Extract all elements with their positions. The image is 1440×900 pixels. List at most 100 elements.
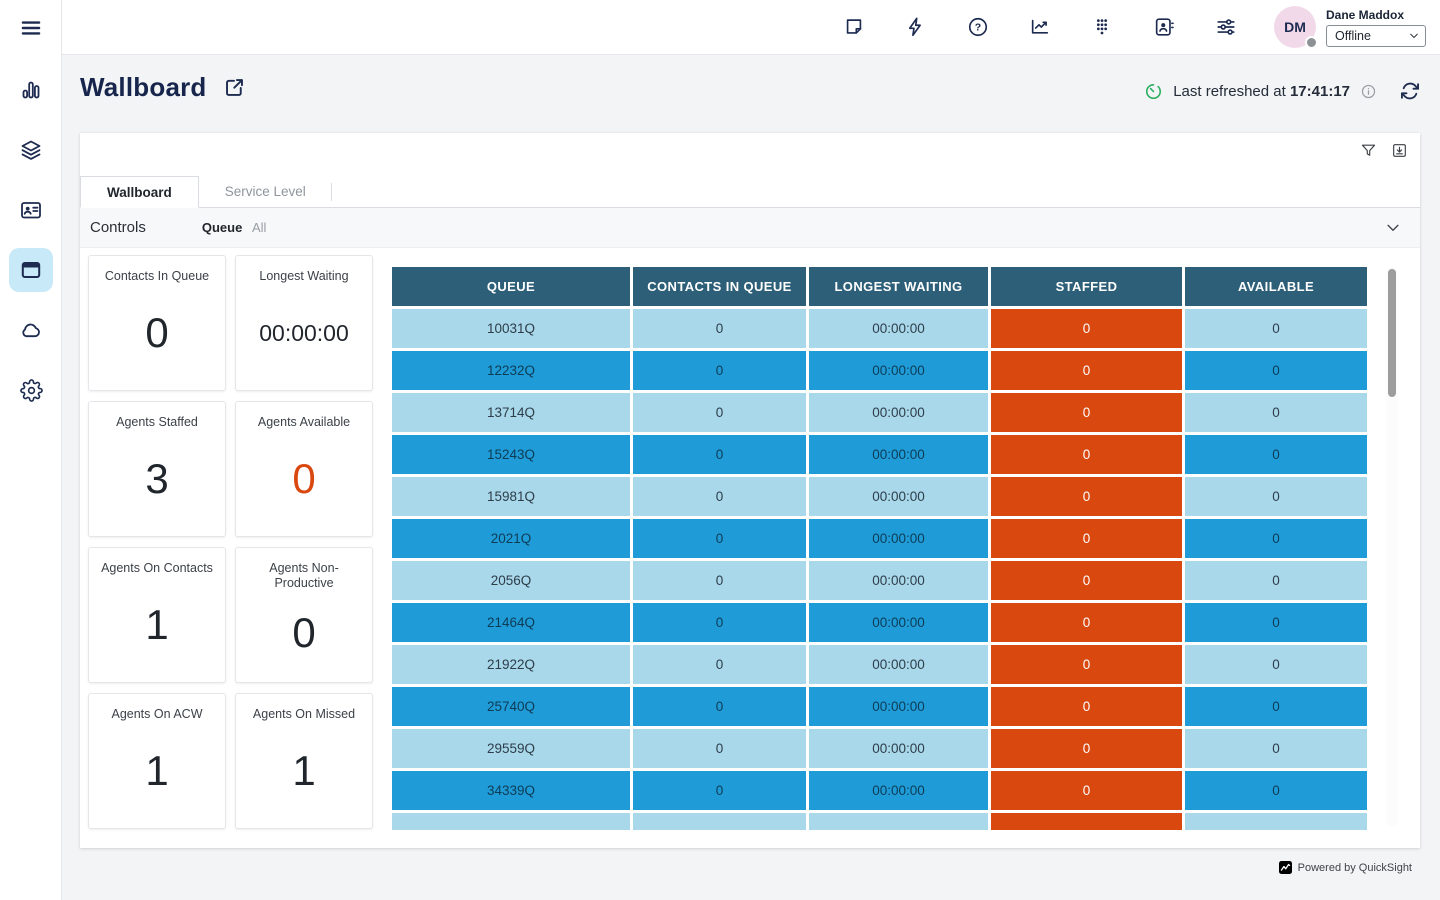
contacts-icon[interactable] (1152, 15, 1176, 39)
status-select[interactable]: Offline (1326, 25, 1426, 47)
cell-queue: 21464Q (392, 603, 630, 642)
kpi-card-title: Agents Non-Productive (236, 561, 372, 591)
tab-wallboard[interactable]: Wallboard (80, 176, 199, 208)
lightning-icon[interactable] (904, 15, 928, 39)
page-title: Wallboard (80, 72, 207, 103)
cell-staffed: 0 (991, 603, 1182, 642)
cell-longest-waiting: 00:00:00 (809, 477, 988, 516)
metrics-icon[interactable] (1028, 15, 1052, 39)
last-refreshed-time: 17:41:17 (1290, 83, 1350, 100)
sidebar-item-analytics[interactable] (9, 68, 53, 112)
kpi-card: Longest Waiting 00:00:00 (235, 255, 373, 391)
chevron-down-icon[interactable] (1384, 219, 1402, 237)
table-row: 15981Q 0 00:00:00 0 0 (392, 477, 1367, 516)
cell-contacts-in-queue (633, 813, 806, 830)
help-icon[interactable]: ? (966, 15, 990, 39)
user-meta: Dane Maddox Offline (1326, 8, 1426, 47)
kpi-card-value: 0 (236, 430, 372, 536)
cell-contacts-in-queue: 0 (633, 687, 806, 726)
kpi-card: Agents Available 0 (235, 401, 373, 537)
sidebar-item-channels[interactable] (9, 128, 53, 172)
avatar[interactable]: DM (1274, 6, 1316, 48)
cell-available: 0 (1185, 351, 1367, 390)
cell-longest-waiting: 00:00:00 (809, 645, 988, 684)
cell-staffed: 0 (991, 435, 1182, 474)
cell-queue: 2056Q (392, 561, 630, 600)
id-card-icon (19, 198, 43, 222)
menu-icon[interactable] (9, 12, 53, 44)
sidebar-item-directory[interactable] (9, 188, 53, 232)
table-column-header: CONTACTS IN QUEUE (633, 267, 806, 306)
kpi-card-value: 0 (89, 284, 225, 390)
cell-contacts-in-queue: 0 (633, 351, 806, 390)
sidebar-item-wallboard[interactable] (9, 248, 53, 292)
cell-contacts-in-queue: 0 (633, 561, 806, 600)
cell-available: 0 (1185, 645, 1367, 684)
cell-available: 0 (1185, 687, 1367, 726)
table-column-header: LONGEST WAITING (809, 267, 988, 306)
status-dot (1305, 36, 1318, 49)
cell-queue (392, 813, 630, 830)
note-icon[interactable] (842, 15, 866, 39)
cell-longest-waiting (809, 813, 988, 830)
cell-staffed: 0 (991, 393, 1182, 432)
cell-longest-waiting: 00:00:00 (809, 309, 988, 348)
kpi-card-title: Contacts In Queue (89, 269, 225, 284)
info-icon[interactable] (1360, 83, 1377, 100)
cell-available: 0 (1185, 519, 1367, 558)
quicksight-footer: Powered by QuickSight (1279, 861, 1412, 874)
kpi-card-title: Agents Staffed (89, 415, 225, 430)
quicksight-logo-icon (1279, 861, 1292, 874)
cell-queue: 15981Q (392, 477, 630, 516)
table-row: 13714Q 0 00:00:00 0 0 (392, 393, 1367, 432)
cell-queue: 10031Q (392, 309, 630, 348)
export-icon[interactable] (1391, 142, 1408, 159)
cell-available (1185, 813, 1367, 830)
table-column-header: AVAILABLE (1185, 267, 1367, 306)
cell-available: 0 (1185, 477, 1367, 516)
cell-available: 0 (1185, 561, 1367, 600)
wallboard-window-icon (19, 258, 43, 282)
sidebar-item-settings[interactable] (9, 368, 53, 412)
refresh-icon[interactable] (1399, 80, 1421, 102)
dialpad-icon[interactable] (1090, 15, 1114, 39)
cell-queue: 2021Q (392, 519, 630, 558)
cell-contacts-in-queue: 0 (633, 309, 806, 348)
table-row (392, 813, 1367, 830)
cell-longest-waiting: 00:00:00 (809, 393, 988, 432)
cloud-icon (19, 318, 43, 342)
topbar: ? DM Dane Maddox Offline (62, 0, 1440, 55)
sidebar-item-cloud[interactable] (9, 308, 53, 352)
tab-bar: Wallboard Service Level (80, 176, 1420, 208)
table-header-row: QUEUECONTACTS IN QUEUELONGEST WAITINGSTA… (392, 267, 1367, 306)
cell-queue: 15243Q (392, 435, 630, 474)
cell-staffed: 0 (991, 477, 1182, 516)
table-body: 10031Q 0 00:00:00 0 0 12232Q 0 00:00:00 … (392, 309, 1367, 830)
cell-available: 0 (1185, 435, 1367, 474)
gear-icon (20, 379, 43, 402)
external-link-icon[interactable] (223, 76, 246, 99)
kpi-card-title: Agents On Contacts (89, 561, 225, 576)
table-row: 29559Q 0 00:00:00 0 0 (392, 729, 1367, 768)
cell-contacts-in-queue: 0 (633, 477, 806, 516)
table-column-header: QUEUE (392, 267, 630, 306)
sidebar (0, 0, 62, 900)
scrollbar-thumb[interactable] (1388, 269, 1396, 397)
cell-queue: 21922Q (392, 645, 630, 684)
queue-table: QUEUECONTACTS IN QUEUELONGEST WAITINGSTA… (392, 267, 1367, 830)
tab-service-level[interactable]: Service Level (199, 176, 332, 207)
cell-longest-waiting: 00:00:00 (809, 687, 988, 726)
table-row: 34339Q 0 00:00:00 0 0 (392, 771, 1367, 810)
kpi-cards: Contacts In Queue 0 Longest Waiting 00:0… (88, 255, 373, 829)
cell-contacts-in-queue: 0 (633, 519, 806, 558)
controls-bar: Controls Queue All (80, 208, 1420, 248)
table-row: 2056Q 0 00:00:00 0 0 (392, 561, 1367, 600)
filter-icon[interactable] (1360, 142, 1377, 159)
table-row: 25740Q 0 00:00:00 0 0 (392, 687, 1367, 726)
queue-filter[interactable]: Queue All (202, 220, 267, 235)
cell-staffed: 0 (991, 519, 1182, 558)
avatar-initials: DM (1284, 19, 1306, 35)
sliders-icon[interactable] (1214, 15, 1238, 39)
kpi-card: Agents On ACW 1 (88, 693, 226, 829)
table-row: 21464Q 0 00:00:00 0 0 (392, 603, 1367, 642)
